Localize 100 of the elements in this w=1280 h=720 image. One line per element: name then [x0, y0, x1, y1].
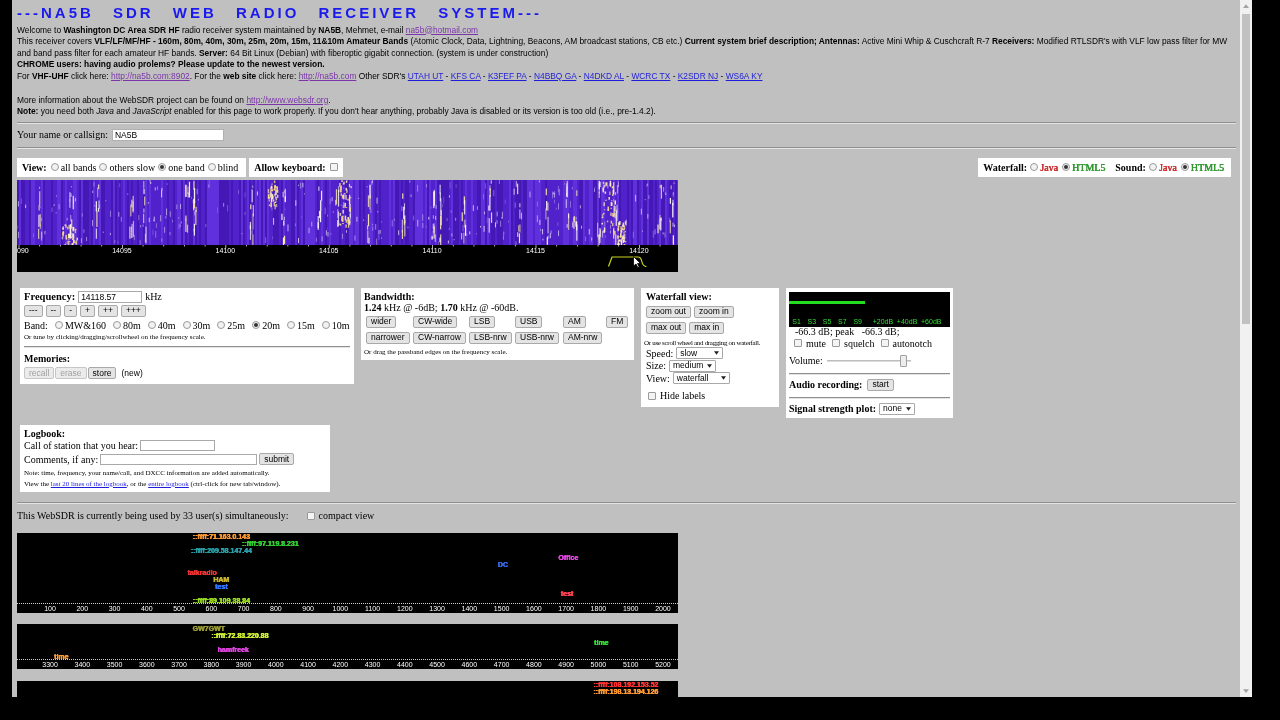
tune-step-button[interactable]: ++ [98, 304, 118, 317]
mode-button[interactable]: LSB-nrw [469, 331, 512, 344]
mode-button[interactable]: CW-wide [413, 315, 458, 328]
scrollbar-thumb[interactable] [1242, 14, 1250, 324]
view-label: View: [22, 160, 47, 175]
tune-step-button[interactable]: + [80, 304, 95, 317]
user-frequency-map[interactable] [17, 532, 678, 613]
dropdown[interactable]: waterfall [672, 372, 730, 384]
mode-button[interactable]: USB [515, 315, 543, 328]
scrollbar-track[interactable] [1240, 0, 1252, 697]
tune-step-button[interactable]: - [64, 304, 77, 317]
mode-button[interactable]: USB-nrw [515, 331, 559, 344]
checkbox[interactable] [880, 339, 889, 347]
radio-button[interactable] [321, 321, 330, 329]
link[interactable]: na5b@hotmail.com [405, 24, 479, 35]
link[interactable]: UTAH UT [407, 70, 444, 81]
radio-button[interactable] [182, 321, 191, 329]
radio-button[interactable] [1030, 163, 1039, 171]
submit-button[interactable]: submit [259, 453, 295, 465]
callsign-input[interactable]: NA5B [111, 128, 224, 141]
checkbox-label[interactable]: mute [806, 335, 826, 351]
radio-label[interactable]: others slow [109, 159, 156, 175]
checkbox[interactable] [307, 511, 316, 520]
radio-label[interactable]: one band [168, 159, 205, 175]
memory-button[interactable]: store [87, 366, 117, 379]
tune-step-button[interactable]: +++ [120, 304, 146, 317]
start-button[interactable]: start [867, 378, 894, 391]
radio-button[interactable] [158, 163, 167, 171]
radio-label[interactable]: Java [1040, 159, 1058, 175]
mode-button[interactable]: AM-nrw [563, 331, 603, 344]
comments-input[interactable] [100, 453, 258, 465]
mode-button[interactable]: CW-narrow [413, 331, 466, 344]
checkbox-label[interactable]: squelch [844, 335, 875, 351]
radio-label[interactable]: 20m [262, 317, 280, 333]
radio-button[interactable] [286, 321, 295, 329]
radio-button[interactable] [1180, 163, 1189, 171]
frequency-input[interactable]: 14118.57 [78, 290, 143, 303]
link[interactable]: K2SDR NJ [677, 70, 719, 81]
checkbox[interactable] [794, 339, 802, 347]
radio-label[interactable]: all bands [60, 159, 97, 175]
dropdown[interactable]: medium [669, 359, 716, 372]
checkbox-label[interactable]: compact view [318, 508, 375, 523]
mode-button[interactable]: FM [606, 315, 629, 328]
radio-button[interactable] [54, 321, 63, 329]
waterfall-drawing[interactable] [17, 179, 678, 245]
links-text: For VHF-UHF click here: http://na5b.com:8902. For the web site click here: http://na5b.com Other SDR's UTAH UT - KFS CA - K3FEF PA - N4BBQ GA - N4DKD AL - WCRC TX - K2SDR NJ - WS6A KY [17, 70, 763, 82]
mode-button[interactable]: AM [563, 315, 586, 328]
tune-step-button[interactable]: --- [24, 304, 43, 317]
radio-button[interactable] [99, 163, 108, 171]
note-text: Note: you need both Java and JavaScript enabled for this page to work properly. If you don't hear anything, probably Java is disabled or its version is too old (i.e., pre-1.4.2). [17, 106, 656, 118]
radio-label[interactable]: 15m [296, 317, 315, 333]
tune-step-button[interactable]: -- [45, 304, 62, 317]
radio-label[interactable]: Java [1158, 159, 1177, 175]
link[interactable]: N4BBQ GA [533, 70, 577, 81]
bandwidth-reading: 1.24 kHz @ -6dB; 1.70 kHz @ -60dB. [364, 301, 519, 313]
checkbox[interactable] [832, 339, 840, 347]
radio-button[interactable] [147, 321, 156, 329]
radio-button[interactable] [1061, 163, 1070, 171]
link[interactable]: N4DKD AL [583, 70, 624, 81]
scroll-down-arrow-icon[interactable] [1243, 689, 1249, 693]
scroll-up-arrow-icon[interactable] [1243, 4, 1249, 8]
checkbox[interactable] [648, 391, 656, 400]
radio-button[interactable] [1148, 163, 1157, 171]
dropdown[interactable]: none [879, 402, 916, 415]
select-label: Size: [646, 359, 666, 373]
slider-thumb[interactable] [899, 354, 907, 367]
radio-label[interactable]: HTML5 [1071, 159, 1106, 175]
radio-label[interactable]: MW&160 [64, 317, 106, 333]
checkbox-label[interactable]: Hide labels [660, 388, 706, 403]
zoom-button[interactable]: max in [689, 321, 725, 334]
radio-button[interactable] [252, 321, 261, 329]
dropdown[interactable]: slow [676, 347, 724, 359]
radio-label[interactable]: 40m [157, 317, 176, 333]
volume-slider[interactable] [826, 354, 911, 367]
link[interactable]: WS6A KY [725, 70, 763, 81]
link[interactable]: http://na5b.com [298, 70, 357, 81]
mode-button[interactable]: wider [366, 315, 397, 328]
passband-marker-icon[interactable] [608, 255, 647, 267]
radio-label[interactable]: HTML5 [1190, 159, 1224, 175]
radio-label[interactable]: 30m [192, 317, 211, 333]
radio-label[interactable]: blind [217, 159, 239, 175]
zoom-button[interactable]: zoom out [646, 305, 691, 318]
checkbox-label[interactable]: autonotch [892, 335, 932, 351]
radio-button[interactable] [113, 321, 121, 329]
radio-label[interactable]: 25m [227, 317, 246, 333]
link[interactable]: http://na5b.com:8902 [111, 70, 190, 81]
call-input[interactable] [140, 440, 216, 451]
link[interactable]: K3FEF PA [488, 70, 527, 81]
radio-label[interactable]: 10m [331, 317, 350, 333]
mode-button[interactable]: LSB [469, 315, 496, 328]
radio-button[interactable] [50, 163, 59, 171]
radio-button[interactable] [217, 321, 226, 329]
radio-label[interactable]: 80m [123, 317, 141, 333]
link[interactable]: KFS CA [450, 70, 481, 81]
link[interactable]: WCRC TX [631, 70, 671, 81]
zoom-button[interactable]: zoom in [693, 305, 734, 318]
zoom-button[interactable]: max out [646, 321, 687, 334]
radio-button[interactable] [207, 163, 216, 171]
checkbox[interactable] [329, 163, 338, 171]
mode-button[interactable]: narrower [366, 331, 410, 344]
